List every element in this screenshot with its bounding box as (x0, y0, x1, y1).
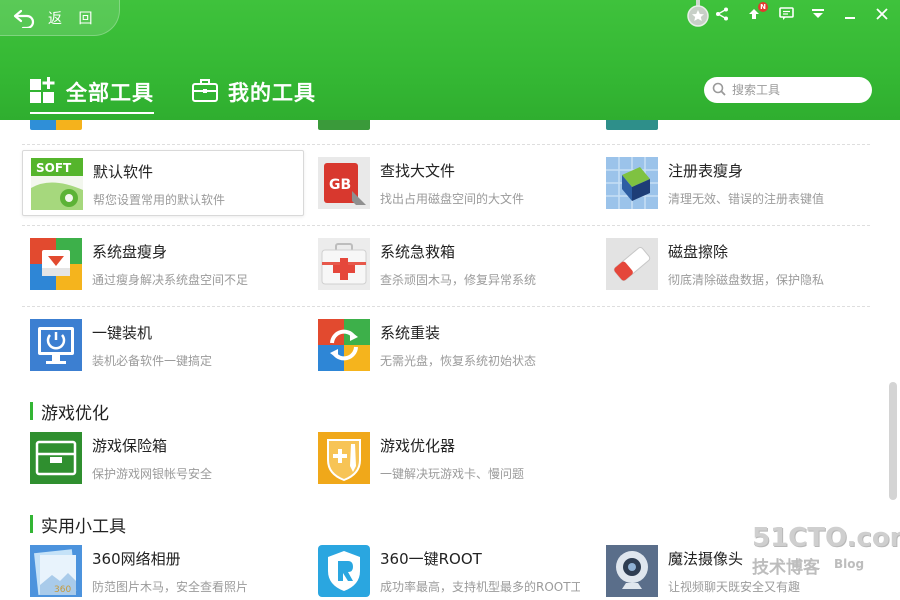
webcam-icon (606, 545, 658, 597)
section-title: 游戏优化 (41, 403, 109, 424)
partial-tool-icon[interactable] (606, 120, 658, 130)
tab-all-tools[interactable]: 全部工具 (30, 72, 154, 114)
tool-desc: 帮您设置常用的默认软件 (93, 193, 226, 207)
partial-tool-icon[interactable] (30, 120, 82, 130)
close-icon[interactable] (872, 4, 892, 24)
game-boost-shield-icon (318, 432, 370, 484)
tool-title: 系统盘瘦身 (92, 243, 168, 261)
eraser-icon (606, 238, 658, 290)
tool-item-one-click-setup[interactable]: 一键装机 装机必备软件一键搞定 (22, 312, 304, 378)
tool-title: 磁盘擦除 (668, 243, 729, 261)
disk-slim-icon (30, 238, 82, 290)
active-tab-underline (30, 112, 154, 114)
tool-title: 系统急救箱 (380, 243, 456, 261)
svg-text:GB: GB (329, 177, 351, 193)
tool-desc: 找出占用磁盘空间的大文件 (380, 192, 525, 206)
scrollbar-track[interactable] (886, 120, 900, 600)
tool-desc: 查杀顽固木马，修复异常系统 (380, 273, 537, 287)
message-icon[interactable] (776, 4, 796, 24)
tool-desc: 无需光盘，恢复系统初始状态 (380, 354, 537, 368)
reinstall-arrows-icon (318, 319, 370, 371)
tool-item-registry-slim[interactable]: 注册表瘦身 清理无效、错误的注册表键值 (598, 150, 880, 216)
monitor-setup-icon (30, 319, 82, 371)
update-badge: N (758, 2, 768, 12)
tool-item-game-booster[interactable]: 游戏优化器 一键解决玩游戏卡、慢问题 (310, 425, 592, 491)
section-accent-bar (30, 515, 33, 533)
tool-item-one-click-root[interactable]: 360一键ROOT 成功率最高，支持机型最多的ROOT工 (310, 538, 592, 600)
search-icon (712, 81, 726, 100)
section-title: 实用小工具 (41, 516, 126, 537)
tool-title: 360网络相册 (92, 550, 181, 568)
tool-desc: 让视频聊天既安全又有趣 (668, 580, 801, 594)
tool-desc: 成功率最高，支持机型最多的ROOT工 (380, 580, 580, 594)
tool-desc: 彻底清除磁盘数据，保护隐私 (668, 273, 825, 287)
tool-title: 魔法摄像头 (668, 550, 744, 568)
divider (22, 306, 870, 307)
tool-title: 游戏保险箱 (92, 437, 168, 455)
tool-title: 系统重装 (380, 324, 441, 342)
tool-item-magic-camera[interactable]: 魔法摄像头 让视频聊天既安全又有趣 (598, 538, 880, 600)
tool-title: 查找大文件 (380, 162, 456, 180)
update-icon[interactable]: N (744, 2, 768, 24)
tool-title: 游戏优化器 (380, 437, 456, 455)
toolbox-icon (192, 78, 218, 106)
search-box (704, 77, 872, 103)
soft-icon: SOFT (31, 158, 83, 210)
medal-icon[interactable] (686, 0, 710, 32)
photo-album-icon: 360 (30, 545, 82, 597)
svg-text:SOFT: SOFT (36, 161, 72, 175)
section-accent-bar (30, 402, 33, 420)
tool-item-photo-album[interactable]: 360 360网络相册 防范图片木马，安全查看照片 (22, 538, 304, 600)
tab-mine-label: 我的工具 (228, 81, 316, 105)
game-safe-icon (30, 432, 82, 484)
gb-file-icon: GB (318, 157, 370, 209)
search-input[interactable] (732, 83, 862, 97)
partial-row (0, 120, 886, 130)
grid-plus-icon (30, 77, 56, 107)
partial-tool-icon[interactable] (318, 120, 370, 130)
tool-desc: 防范图片木马，安全查看照片 (92, 580, 249, 594)
tool-item-system-disk-slim[interactable]: 系统盘瘦身 通过瘦身解决系统盘空间不足 (22, 231, 304, 297)
menu-icon[interactable] (808, 4, 828, 24)
back-button[interactable]: 返 回 (0, 0, 120, 36)
share-icon[interactable] (712, 4, 732, 24)
tool-item-find-large-files[interactable]: GB 查找大文件 找出占用磁盘空间的大文件 (310, 150, 592, 216)
section-header-utilities: 实用小工具 (30, 513, 126, 537)
tool-item-system-reinstall[interactable]: 系统重装 无需光盘，恢复系统初始状态 (310, 312, 592, 378)
tool-item-disk-wipe[interactable]: 磁盘擦除 彻底清除磁盘数据，保护隐私 (598, 231, 880, 297)
tool-desc: 装机必备软件一键搞定 (92, 354, 213, 368)
tool-title: 注册表瘦身 (668, 162, 744, 180)
tool-list: SOFT 默认软件 帮您设置常用的默认软件 GB 查找大文件 找出占用磁盘空间的… (0, 120, 886, 600)
divider (22, 225, 870, 226)
tab-my-tools[interactable]: 我的工具 (192, 72, 316, 112)
back-arrow-icon (12, 8, 36, 28)
tool-title: 默认软件 (93, 163, 154, 181)
tool-title: 360一键ROOT (380, 550, 482, 568)
tool-item-default-software[interactable]: SOFT 默认软件 帮您设置常用的默认软件 (22, 150, 304, 216)
section-header-game: 游戏优化 (30, 400, 109, 424)
tool-desc: 保护游戏网银帐号安全 (92, 467, 213, 481)
tool-item-system-first-aid[interactable]: 系统急救箱 查杀顽固木马，修复异常系统 (310, 231, 592, 297)
tool-desc: 清理无效、错误的注册表键值 (668, 192, 825, 206)
root-shield-icon (318, 545, 370, 597)
tool-desc: 通过瘦身解决系统盘空间不足 (92, 273, 249, 287)
tab-all-label: 全部工具 (66, 81, 154, 105)
tool-desc: 一键解决玩游戏卡、慢问题 (380, 467, 525, 481)
back-label: 返 回 (48, 10, 99, 27)
scrollbar-thumb[interactable] (889, 382, 897, 500)
svg-text:360: 360 (54, 585, 71, 595)
minimize-icon[interactable] (840, 4, 860, 24)
first-aid-kit-icon (318, 238, 370, 290)
header-bar: 返 回 N 全部工具 我的工具 搜索工具 (0, 0, 900, 120)
registry-cube-icon (606, 157, 658, 209)
tool-title: 一键装机 (92, 324, 153, 342)
tool-item-game-safe[interactable]: 游戏保险箱 保护游戏网银帐号安全 (22, 425, 304, 491)
divider (22, 144, 870, 145)
window-controls: N (712, 2, 892, 26)
